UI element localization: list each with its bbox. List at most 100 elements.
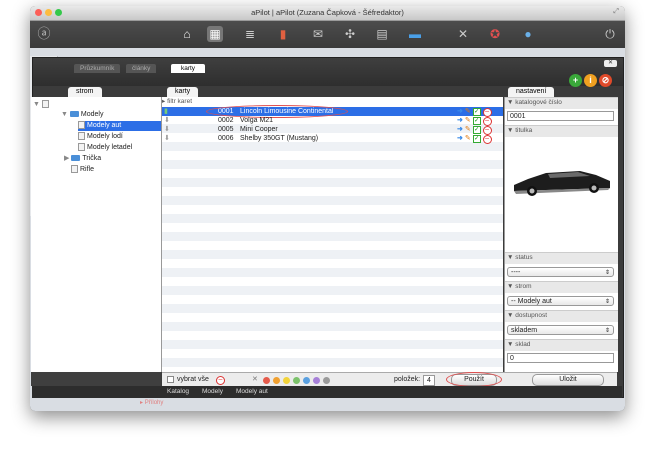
- photo-label: ▼ titulka: [507, 127, 533, 134]
- app-toolbar: ⓐ ⌂ ▦ ≣ ▮ ✉ ✣ ▤ ▬ ✕ ✪ ● ⏻: [30, 21, 625, 48]
- catalog-label: ▼ katalogové číslo: [507, 99, 562, 106]
- breadcrumb-item[interactable]: Katalog: [167, 387, 189, 397]
- documents-icon[interactable]: ▦: [207, 26, 223, 42]
- row-stripe: [162, 340, 503, 349]
- tree-item-modely-letadel[interactable]: Modely letadel: [78, 143, 132, 153]
- power-icon[interactable]: ⏻: [602, 26, 618, 42]
- tree-select[interactable]: -- Modely aut ⇕: [507, 296, 614, 306]
- edit-pencil-icon[interactable]: ✎: [465, 108, 471, 115]
- tab-settings[interactable]: nastavení: [508, 87, 555, 97]
- tab-tree[interactable]: strom: [68, 87, 102, 97]
- tab-cards-list[interactable]: karty: [167, 87, 199, 97]
- filter-toggle[interactable]: ▸ filtr karet: [162, 97, 503, 106]
- add-icon[interactable]: +: [569, 74, 582, 87]
- select-all-checkbox[interactable]: [167, 376, 174, 383]
- move-down-icon: ⬇: [164, 117, 170, 124]
- puzzle-icon[interactable]: ✣: [342, 26, 358, 42]
- tree-item-modely-aut[interactable]: Modely aut: [78, 121, 161, 131]
- row-stripe: [162, 196, 503, 205]
- tree-item-rifle[interactable]: Rifle: [71, 165, 94, 175]
- active-checkbox[interactable]: ✓: [472, 135, 481, 143]
- color-dot-green[interactable]: [293, 377, 300, 384]
- row-stripe: [162, 304, 503, 313]
- tab-articles[interactable]: články: [126, 64, 157, 73]
- color-dot-blue[interactable]: [303, 377, 310, 384]
- status-select[interactable]: ---- ⇕: [507, 267, 614, 277]
- tree-item-tricka[interactable]: ▶ Trička: [64, 154, 101, 164]
- move-arrow-icon[interactable]: ➜: [457, 117, 463, 124]
- edit-pencil-icon[interactable]: ✎: [465, 117, 471, 124]
- car-image: [514, 171, 610, 196]
- select-caret-icon: ⇕: [604, 270, 610, 276]
- row-stripe: [162, 178, 503, 187]
- mail-icon[interactable]: ✉: [310, 26, 326, 42]
- database-icon[interactable]: ≣: [242, 26, 258, 42]
- row-stripe: [162, 142, 503, 151]
- dialog-close-icon[interactable]: ✕: [604, 60, 617, 67]
- color-dot-orange[interactable]: [273, 377, 280, 384]
- info-icon[interactable]: i: [584, 74, 597, 87]
- remove-icon[interactable]: –: [482, 135, 492, 144]
- availability-label-text: dostupnost: [515, 312, 548, 319]
- row-actions: ➜ ✎ ✓ –: [457, 134, 492, 144]
- row-stripe: [162, 286, 503, 295]
- tab-explorer[interactable]: Průzkumník: [74, 64, 121, 73]
- availability-value: skladem: [511, 327, 538, 334]
- catalog-number-input[interactable]: 0001: [507, 111, 614, 121]
- tree-item-modely-lodi[interactable]: Modely lodí: [78, 132, 123, 142]
- tree-item-label: Trička: [82, 155, 102, 162]
- breadcrumb: Katalog Modely Modely aut: [32, 386, 622, 398]
- status-value: ----: [511, 269, 521, 276]
- delete-icon[interactable]: ⊘: [599, 74, 612, 87]
- chevron-right-icon: ▸: [162, 98, 166, 105]
- move-arrow-icon[interactable]: ➜: [457, 108, 463, 115]
- color-dot-gray[interactable]: [323, 377, 330, 384]
- save-button[interactable]: Uložit: [532, 374, 604, 386]
- fullscreen-icon[interactable]: ⤢: [613, 8, 619, 16]
- table-row[interactable]: ⬇ 0006 Shelby 350GT (Mustang) ➜ ✎ ✓ –: [162, 134, 503, 144]
- availability-select[interactable]: skladem ⇕: [507, 325, 614, 335]
- row-code: 0002: [218, 117, 234, 124]
- clear-color-icon[interactable]: ✕: [252, 375, 258, 383]
- stock-input[interactable]: 0: [507, 353, 614, 363]
- product-photo[interactable]: [510, 159, 614, 204]
- color-dot-purple[interactable]: [313, 377, 320, 384]
- tree-label: ▼ strom: [507, 283, 532, 290]
- status-label: ▼ status: [507, 254, 533, 261]
- table-row[interactable]: ⬇ 0002 Volga M21 ➜ ✎ ✓ –: [162, 116, 503, 126]
- stock-label: ▼ sklad: [507, 341, 531, 348]
- tree-item-modely[interactable]: ▼ Modely: [61, 110, 103, 120]
- row-stripe: [162, 322, 503, 331]
- tab-cards[interactable]: karty: [171, 64, 205, 73]
- active-checkbox[interactable]: ✓: [472, 126, 481, 134]
- active-checkbox[interactable]: ✓: [472, 117, 481, 125]
- tree-item-label: Modely aut: [87, 122, 122, 129]
- color-dot-yellow[interactable]: [283, 377, 290, 384]
- stock-label-text: sklad: [515, 341, 531, 348]
- breadcrumb-item[interactable]: Modely aut: [236, 387, 268, 397]
- home-icon[interactable]: ⌂: [179, 26, 195, 42]
- folder-icon: [71, 155, 81, 162]
- move-arrow-icon[interactable]: ➜: [457, 135, 463, 142]
- globe-icon[interactable]: ●: [520, 26, 536, 42]
- help-icon[interactable]: ✪: [487, 26, 503, 42]
- folder-icon[interactable]: ▬: [407, 26, 423, 42]
- tools-icon[interactable]: ✕: [455, 26, 471, 42]
- dialog-header: Průzkumník články karty ✕: [33, 58, 623, 86]
- table-row[interactable]: ⬇ 0005 Mini Cooper ➜ ✎ ✓ –: [162, 125, 503, 135]
- color-dot-red[interactable]: [263, 377, 270, 384]
- calendar-icon[interactable]: ▤: [374, 26, 390, 42]
- edit-pencil-icon[interactable]: ✎: [465, 135, 471, 142]
- row-name: Shelby 350GT (Mustang): [240, 135, 319, 142]
- edit-pencil-icon[interactable]: ✎: [465, 126, 471, 133]
- breadcrumb-item[interactable]: Modely: [202, 387, 223, 397]
- items-count: 4: [423, 375, 435, 386]
- move-arrow-icon[interactable]: ➜: [457, 126, 463, 133]
- active-checkbox[interactable]: ✓: [472, 108, 481, 116]
- tree-value: -- Modely aut: [511, 298, 552, 305]
- tree-item-label: Modely: [80, 111, 104, 118]
- cards-list: ▸ filtr karet ▮ 0001 Lincoln Limousine C…: [162, 97, 503, 372]
- tree-root[interactable]: ▼: [33, 100, 51, 110]
- remove-selected-icon[interactable]: –: [216, 376, 225, 385]
- chart-icon[interactable]: ▮: [275, 26, 291, 42]
